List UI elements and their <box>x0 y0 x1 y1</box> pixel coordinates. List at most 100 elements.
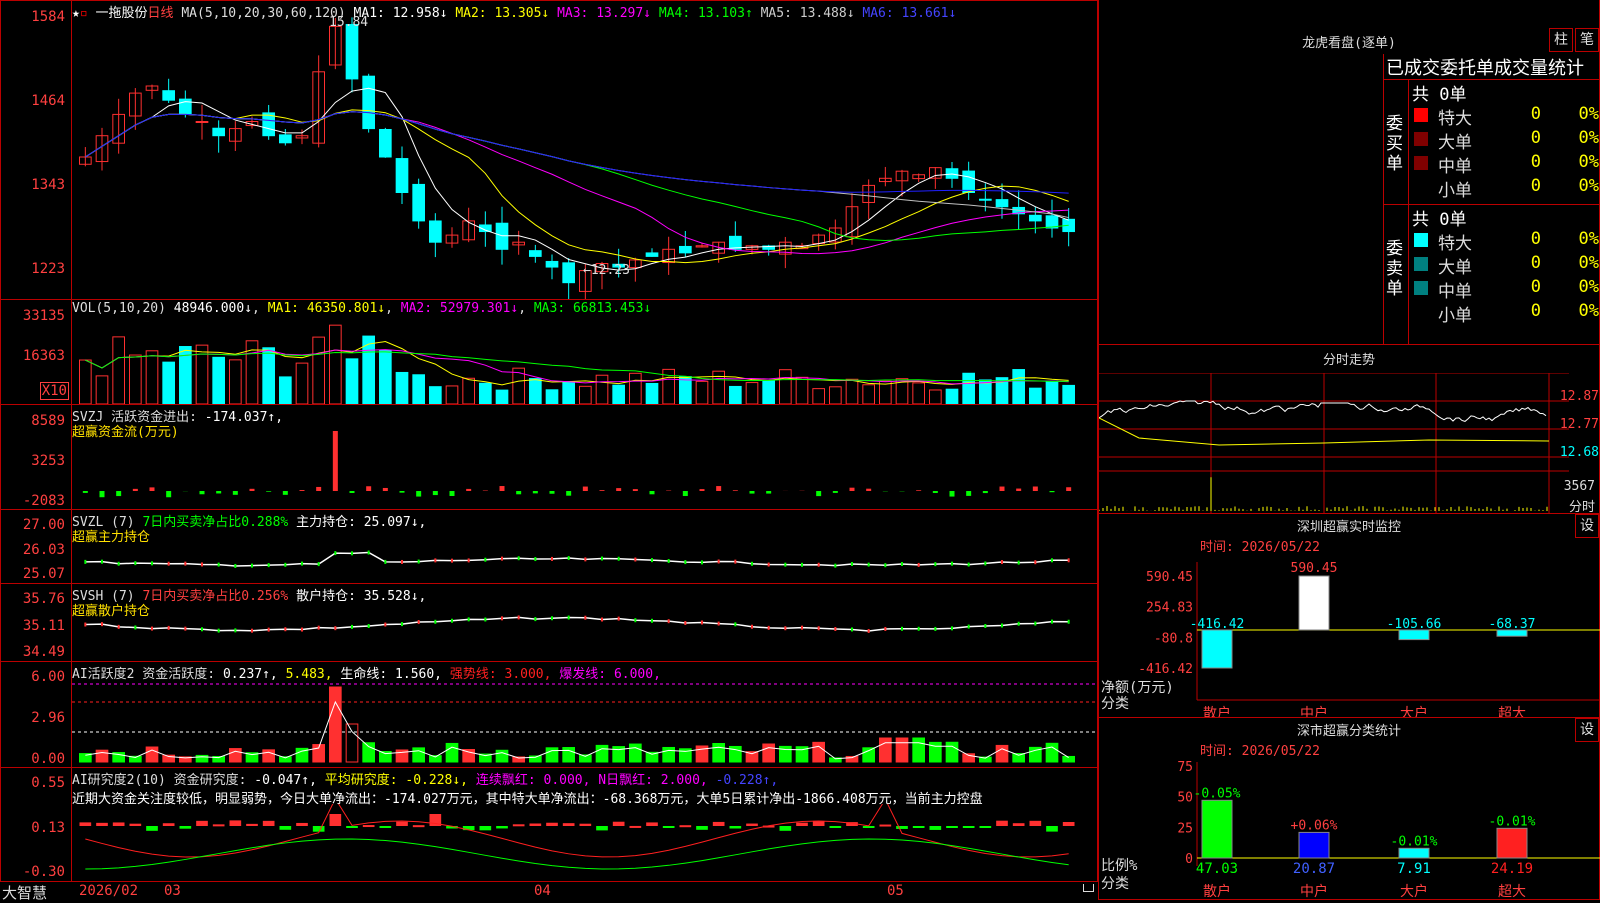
order-size-label: 特大 <box>1438 104 1472 129</box>
research-bar <box>546 823 558 826</box>
monitor-chart[interactable]: 590.45254.83-80.8-416.42-416.42散户590.45中… <box>1099 552 1600 718</box>
candle-body <box>213 128 225 135</box>
research-bar <box>130 824 142 826</box>
research-bar <box>630 826 642 828</box>
classify-value-label: 47.03 <box>1196 861 1238 877</box>
fund-flow-bar <box>716 486 721 491</box>
longhu-panel[interactable]: 龙虎看盘(逐单) 柱 笔 已成交委托单成交量统计 委买单 共 0单 特大00%大… <box>1098 0 1600 345</box>
research-bar <box>746 824 758 826</box>
classify-category: 超大 <box>1498 884 1526 900</box>
ai-activity-tick: 2.96 <box>31 710 65 726</box>
research-bar <box>780 826 792 831</box>
volume-bar <box>730 386 742 404</box>
sell-total: 共 0单 <box>1412 205 1466 230</box>
svzl-panel[interactable]: 27.00 26.03 25.07 SVZL (7) 7日内买卖净占比0.288… <box>0 509 1098 584</box>
research-bar <box>480 826 492 830</box>
kline-panel[interactable]: 1584 1464 1343 1223 ★▫ 一拖股份日线 MA(5,10,20… <box>0 0 1098 300</box>
order-size-label: 中单 <box>1438 152 1472 177</box>
fund-flow-bar <box>283 491 288 495</box>
classify-change-label: -0.01% <box>1391 834 1438 849</box>
activity-bar <box>463 750 475 762</box>
ai-research-chart[interactable] <box>72 804 1097 881</box>
fund-flow-bar <box>1033 487 1038 491</box>
retail-holding-line-tick <box>884 627 886 631</box>
main-holding-line-tick <box>551 557 553 561</box>
research-bar <box>196 821 208 826</box>
volume-bar <box>96 376 108 404</box>
monitor-bar <box>1299 576 1329 630</box>
volume-bar <box>80 360 92 404</box>
activity-bar <box>363 743 375 762</box>
sell-row: 特大00% <box>1412 229 1599 253</box>
order-size-label: 大单 <box>1438 253 1472 278</box>
research-bar <box>946 826 958 828</box>
intraday-panel[interactable]: 分时走势 12.87 12.77 12.68 3567 分时 <box>1098 344 1600 514</box>
candle-body <box>946 169 958 179</box>
monitor-bar-value: -68.37 <box>1489 617 1536 632</box>
volume-panel[interactable]: 33135 16363 X10 VOL(5,10,20) 48946.000↓,… <box>0 299 1098 405</box>
bar-mode-button[interactable]: 柱 <box>1549 28 1573 52</box>
price-tick: 1464 <box>31 93 65 109</box>
vol-unit: X10 <box>40 382 69 400</box>
main-holding-line-tick <box>584 557 586 561</box>
svzj-axis: 8589 3253 -2083 <box>1 405 72 509</box>
intraday-tick: 12.68 <box>1560 445 1599 460</box>
volume-bar <box>313 337 325 404</box>
fund-flow-bar <box>416 491 421 497</box>
ma-line <box>85 112 1068 254</box>
research-bar <box>413 825 425 827</box>
retail-holding-line-tick <box>651 619 653 623</box>
svzl-chart[interactable] <box>72 524 1097 583</box>
fund-flow-bar <box>816 491 821 496</box>
svzj-panel[interactable]: 8589 3253 -2083 SVZJ 活跃资金进出: -174.037↑, … <box>0 404 1098 510</box>
main-holding-line-tick <box>268 563 270 567</box>
date-label: 2026/02 <box>79 883 138 899</box>
ai-activity-chart[interactable] <box>72 676 1097 767</box>
fund-flow-bar <box>466 489 471 491</box>
svsh-chart[interactable] <box>72 598 1097 661</box>
lock-icon[interactable] <box>1083 884 1094 892</box>
fund-flow-bar <box>116 491 121 496</box>
monitor-settings-button[interactable]: 设 <box>1575 514 1599 538</box>
intraday-chart[interactable] <box>1099 373 1569 513</box>
volume-chart[interactable] <box>72 314 1097 404</box>
volume-bar <box>830 387 842 404</box>
intraday-tick: 12.77 <box>1560 417 1599 432</box>
ai-research-panel[interactable]: 0.55 0.13 -0.30 AI研究度2(10) 资金研究度: -0.047… <box>0 767 1098 882</box>
order-count: 0 <box>1531 152 1541 172</box>
classify-chart[interactable]: 7550250-0.05%47.03散户+0.06%20.87中户-0.01%7… <box>1099 756 1600 901</box>
classify-settings-button[interactable]: 设 <box>1575 718 1599 742</box>
retail-holding-line-tick <box>268 628 270 632</box>
ai-activity-panel[interactable]: 6.00 2.96 0.00 AI活跃度2 资金活跃度: 0.237↑, 5.4… <box>0 661 1098 768</box>
date-label: 03 <box>164 883 181 899</box>
tick-mode-button[interactable]: 笔 <box>1575 28 1599 52</box>
svsh-panel[interactable]: 35.76 35.11 34.49 SVSH (7) 7日内买卖净占比0.256… <box>0 583 1098 662</box>
classify-xaxis-label: 分类 <box>1101 876 1129 892</box>
classify-panel[interactable]: 深市超赢分类统计 设 时间: 2026/05/22 7550250-0.05%4… <box>1098 717 1600 900</box>
retail-holding-line-tick <box>818 626 820 630</box>
fund-flow-bar <box>650 491 655 494</box>
volume-bar <box>146 351 158 404</box>
retail-holding-line-tick <box>601 618 603 622</box>
research-bar <box>963 826 975 828</box>
retail-holding-line-tick <box>751 625 753 629</box>
retail-holding-line-tick <box>718 622 720 626</box>
activity-bar <box>880 738 892 762</box>
volume-bar <box>1013 370 1025 404</box>
fund-flow-bar <box>1000 487 1005 491</box>
vol-tick: 33135 <box>23 308 65 324</box>
main-holding-line-tick <box>618 557 620 561</box>
volume-bar <box>213 357 225 404</box>
classify-bar <box>1299 832 1329 858</box>
kline-chart[interactable] <box>72 15 1097 299</box>
retail-holding-line-tick <box>218 629 220 633</box>
realtime-monitor-panel[interactable]: 深圳超赢实时监控 设 时间: 2026/05/22 590.45254.83-8… <box>1098 513 1600 718</box>
ma-line <box>85 112 1068 218</box>
main-holding-line-tick <box>351 551 353 555</box>
svzj-chart[interactable] <box>72 419 1097 509</box>
research-bar <box>313 826 325 832</box>
activity-bar <box>946 742 958 762</box>
fund-flow-bar <box>400 491 405 493</box>
monitor-y-tick: -80.8 <box>1154 631 1193 646</box>
volume-bar <box>763 381 775 404</box>
